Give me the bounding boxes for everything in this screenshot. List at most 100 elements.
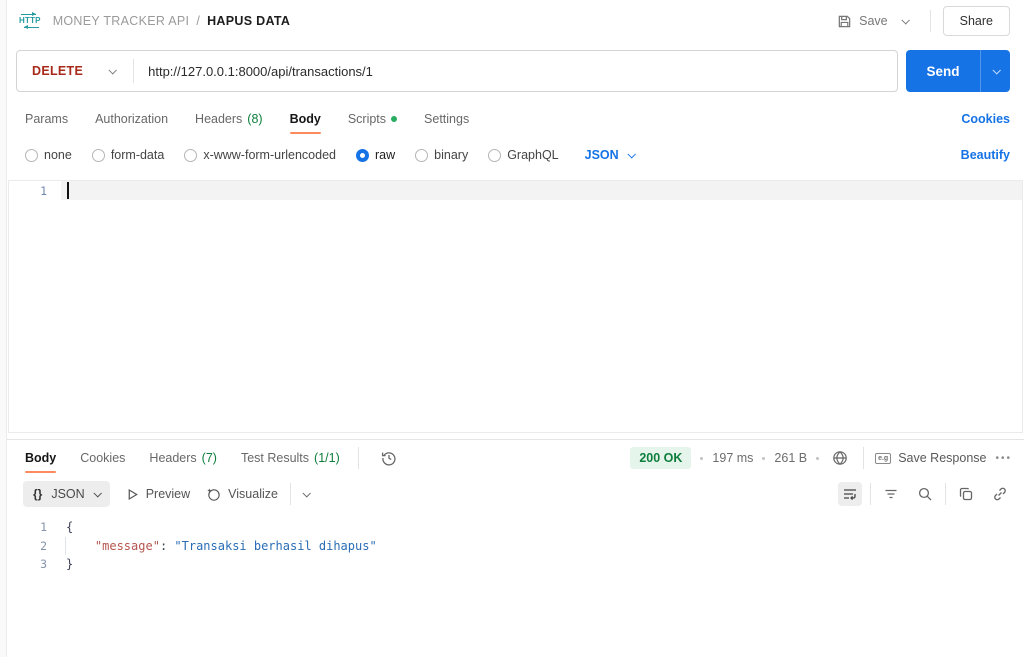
response-tab-headers-count: (7) (201, 451, 217, 465)
breadcrumb-separator: / (196, 14, 201, 28)
radio-x-www-form-urlencoded[interactable]: x-www-form-urlencoded (184, 148, 336, 162)
request-tabs: Params Authorization Headers (8) Body Sc… (7, 100, 1024, 138)
radio-circle-icon (25, 148, 38, 162)
text-caret (67, 182, 69, 199)
visualize-chevron-icon[interactable] (302, 489, 311, 498)
tab-body[interactable]: Body (289, 101, 322, 137)
copy-button[interactable] (954, 482, 978, 506)
floppy-icon (838, 15, 851, 27)
code-line: 3 } (7, 555, 1024, 574)
beautify-link[interactable]: Beautify (961, 148, 1010, 162)
collapsed-sidebar-edge[interactable] (0, 0, 7, 657)
radio-graphql[interactable]: GraphQL (488, 148, 559, 162)
raw-language-selector[interactable]: JSON (584, 148, 636, 162)
filter-lines-icon (885, 489, 897, 499)
code-line: 2 "message": "Transaksi berhasil dihapus… (7, 536, 1024, 555)
response-tab-tests-label: Test Results (240, 451, 310, 465)
code-line-number: 3 (40, 557, 47, 572)
response-tab-headers-label: Headers (149, 451, 197, 465)
radio-urlencoded-label: x-www-form-urlencoded (203, 148, 336, 162)
visualize-button[interactable]: Visualize (206, 487, 278, 502)
code-line-number: 1 (40, 520, 47, 535)
radio-none[interactable]: none (25, 148, 72, 162)
method-selector[interactable]: DELETE (17, 64, 133, 78)
tab-headers-count: (8) (247, 112, 263, 126)
history-clock-icon (381, 452, 396, 466)
response-body-viewer[interactable]: 1 { 2 "message": "Transaksi berhasil dih… (7, 512, 1024, 574)
response-tab-body[interactable]: Body (25, 440, 57, 476)
breadcrumb-request-name[interactable]: HAPUS DATA (207, 14, 290, 28)
response-tab-tests-count: (1/1) (314, 451, 340, 465)
code-line: 1 { (7, 518, 1024, 537)
raw-language-label: JSON (584, 148, 619, 162)
radio-none-label: none (44, 148, 72, 162)
globe-icon (833, 451, 847, 465)
response-tab-cookies[interactable]: Cookies (80, 440, 125, 476)
save-response-button[interactable]: e.g Save Response (875, 451, 986, 465)
breadcrumb-collection[interactable]: MONEY TRACKER API (53, 14, 190, 28)
cookies-link[interactable]: Cookies (961, 112, 1010, 126)
search-button[interactable] (913, 482, 937, 506)
response-more-menu[interactable]: ••• (995, 453, 1012, 464)
radio-binary[interactable]: binary (415, 148, 468, 162)
visualize-orb-icon (207, 487, 220, 501)
http-request-icon: HTTP (19, 12, 41, 29)
editor-current-line[interactable] (61, 181, 1022, 200)
request-editor-wrap: 1 (7, 172, 1024, 437)
response-tab-test-results[interactable]: Test Results (1/1) (241, 440, 340, 476)
header-divider (929, 10, 931, 32)
tab-authorization[interactable]: Authorization (95, 101, 168, 137)
code-text: { (66, 520, 74, 535)
response-history-button[interactable] (377, 446, 401, 470)
wrap-text-icon (844, 489, 856, 501)
radio-raw[interactable]: raw (356, 148, 395, 162)
code-line-number: 2 (40, 538, 47, 553)
response-size[interactable]: 261 B (774, 451, 807, 465)
tab-headers[interactable]: Headers (8) (195, 101, 263, 137)
toolbar-divider (289, 483, 291, 505)
radio-form-data[interactable]: form-data (91, 148, 164, 162)
method-chevron-icon (108, 66, 118, 75)
tab-params[interactable]: Params (25, 101, 68, 137)
tab-scripts[interactable]: Scripts (348, 101, 398, 137)
language-chevron-icon (627, 150, 636, 159)
status-badge[interactable]: 200 OK (630, 447, 692, 469)
tab-settings[interactable]: Settings (424, 101, 469, 137)
meta-separator-dot (762, 456, 766, 460)
send-button[interactable]: Send (906, 50, 1010, 92)
send-chevron-icon (991, 66, 1001, 75)
radio-graphql-label: GraphQL (507, 148, 559, 162)
response-tab-headers[interactable]: Headers (7) (149, 440, 217, 476)
method-label: DELETE (32, 64, 84, 78)
body-type-options: none form-data x-www-form-urlencoded raw… (7, 138, 1024, 172)
save-options-chevron-icon[interactable] (901, 16, 910, 25)
editor-line[interactable]: 1 (9, 181, 1022, 200)
json-key: "message" (94, 538, 160, 553)
url-input[interactable]: http://127.0.0.1:8000/api/transactions/1 (134, 64, 897, 79)
radio-circle-icon (415, 148, 429, 162)
request-body-editor[interactable]: 1 (8, 180, 1023, 433)
icons-divider (870, 483, 871, 505)
preview-button[interactable]: Preview (126, 487, 190, 501)
filter-button[interactable] (879, 482, 903, 506)
network-info-button[interactable] (828, 446, 852, 470)
send-options-split[interactable] (980, 50, 1010, 92)
example-icon: e.g (875, 452, 892, 464)
request-pane: HTTP MONEY TRACKER API / HAPUS DATA Save… (7, 0, 1024, 657)
visualize-label: Visualize (228, 487, 278, 501)
format-chevron-icon (93, 489, 102, 498)
radio-binary-label: binary (434, 148, 469, 162)
response-format-label: JSON (51, 487, 85, 501)
copy-icon (959, 487, 973, 501)
link-button[interactable] (988, 482, 1012, 506)
tab-headers-label: Headers (195, 112, 243, 126)
save-button[interactable]: Save (833, 8, 892, 35)
send-label[interactable]: Send (906, 50, 980, 92)
share-button[interactable]: Share (942, 6, 1010, 36)
link-icon (994, 487, 1006, 501)
wrap-text-button[interactable] (838, 482, 862, 506)
response-time[interactable]: 197 ms (712, 451, 753, 465)
editor-line-number: 1 (40, 183, 47, 198)
radio-circle-icon (184, 148, 198, 162)
response-format-selector[interactable]: {} JSON (23, 481, 110, 507)
